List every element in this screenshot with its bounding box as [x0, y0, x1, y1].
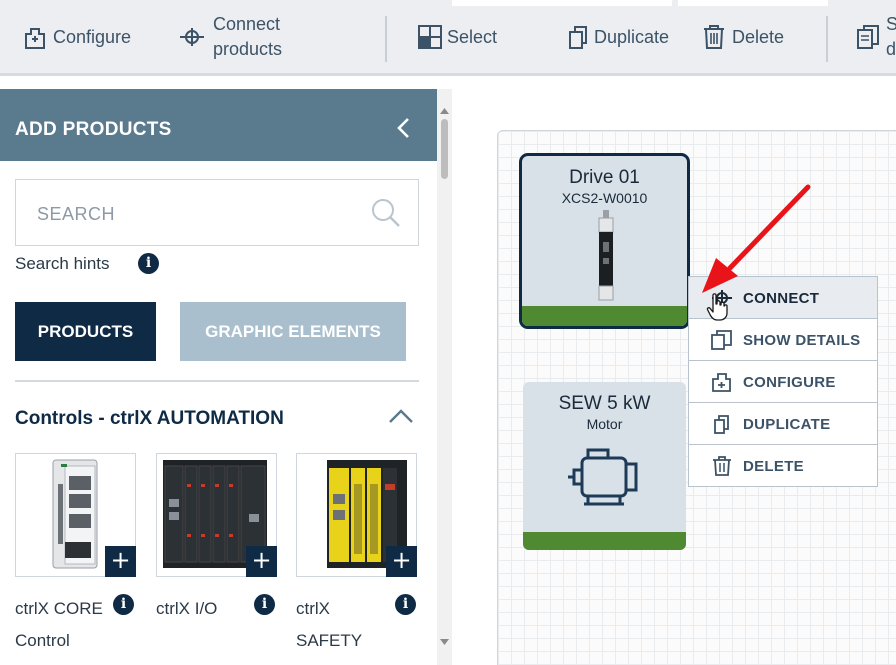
menu-item-duplicate[interactable]: DUPLICATE: [689, 403, 877, 445]
duplicate-icon: [714, 415, 729, 434]
select-icon: [418, 25, 442, 49]
details-label-line1: S: [886, 14, 896, 34]
connect-label-line2: products: [213, 39, 283, 59]
duplicate-icon: [569, 26, 587, 49]
motor-title: SEW 5 kW: [558, 393, 651, 414]
search-icon[interactable]: [370, 197, 402, 229]
hand-cursor-icon: [706, 293, 728, 321]
tab-products[interactable]: PRODUCTS: [15, 302, 156, 361]
connect-label-line1: Connect: [213, 14, 281, 34]
menu-label-configure: CONFIGURE: [743, 374, 836, 391]
trash-icon: [713, 456, 731, 476]
drive-image: [598, 210, 614, 301]
show-details-button[interactable]: S d: [856, 0, 896, 74]
delete-label: Delete: [732, 26, 785, 47]
drive-node[interactable]: Drive 01 XCS2-W0010: [519, 153, 690, 329]
toolbar-separator: [385, 16, 387, 62]
delete-button[interactable]: Delete: [702, 0, 784, 74]
search-hints-info-icon[interactable]: i: [138, 253, 159, 274]
menu-label-duplicate: DUPLICATE: [743, 416, 831, 433]
drive-subtitle: XCS2-W0010: [561, 190, 648, 206]
ctrlx-core-info-icon[interactable]: i: [113, 594, 134, 615]
search-input[interactable]: SEARCH: [15, 179, 419, 246]
tab-graphic-elements[interactable]: GRAPHIC ELEMENTS: [180, 302, 406, 361]
details-label-line2: d: [886, 39, 896, 59]
configure-button[interactable]: Configure: [23, 0, 131, 74]
category-title: Controls - ctrlX AUTOMATION: [15, 408, 284, 429]
product-name-ctrlx-core: ctrlX CORE Control: [15, 593, 103, 657]
trash-icon: [704, 25, 724, 49]
select-label: Select: [447, 26, 498, 47]
panel-title: ADD PRODUCTS: [15, 119, 172, 140]
search-hints-label: Search hints: [15, 254, 110, 273]
ctrlx-io-info-icon[interactable]: i: [254, 594, 275, 615]
product-name-ctrlx-safety: ctrlX SAFETY: [296, 593, 362, 657]
toolbar: Configure Connect products Select Duplic…: [0, 0, 896, 76]
menu-item-configure[interactable]: CONFIGURE: [689, 361, 877, 403]
menu-item-delete[interactable]: DELETE: [689, 445, 877, 487]
scrollbar-thumb[interactable]: [441, 119, 448, 179]
duplicate-button[interactable]: Duplicate: [567, 0, 674, 74]
motor-icon: [568, 448, 638, 506]
product-name-ctrlx-io: ctrlX I/O: [156, 593, 217, 625]
add-ctrlx-io-button[interactable]: +: [246, 546, 277, 577]
menu-label-delete: DELETE: [743, 458, 804, 475]
product-tile-ctrlx-safety[interactable]: +: [296, 453, 417, 577]
chevron-up-icon[interactable]: [388, 407, 414, 425]
duplicate-label: Duplicate: [594, 26, 670, 47]
motor-status-bar: [523, 532, 686, 550]
motor-subtitle: Motor: [586, 416, 623, 432]
collapse-panel-icon[interactable]: [396, 117, 412, 139]
product-tile-ctrlx-io[interactable]: +: [156, 453, 277, 577]
toolbar-separator: [826, 16, 828, 62]
menu-item-show-details[interactable]: SHOW DETAILS: [689, 319, 877, 361]
menu-label-show-details: SHOW DETAILS: [743, 332, 861, 349]
motor-node[interactable]: SEW 5 kW Motor: [523, 382, 686, 550]
product-name-line1: ctrlX CORE: [15, 599, 103, 618]
configure-icon: [25, 28, 45, 49]
select-button[interactable]: Select: [417, 0, 497, 74]
product-name-line1: ctrlX I/O: [156, 599, 218, 618]
divider: [15, 380, 419, 382]
drive-status-bar: [522, 306, 687, 326]
product-tile-ctrlx-core[interactable]: +: [15, 453, 136, 577]
product-name-line2: SAFETY: [296, 631, 363, 650]
ctrlx-safety-info-icon[interactable]: i: [395, 594, 416, 615]
search-placeholder: SEARCH: [37, 204, 116, 224]
configure-icon: [712, 373, 731, 392]
details-icon: [711, 330, 732, 350]
add-products-panel: ADD PRODUCTS SEARCH Search hints i PRODU…: [0, 89, 452, 665]
panel-header: ADD PRODUCTS: [0, 89, 437, 161]
connect-products-button[interactable]: Connect products: [179, 0, 282, 74]
connect-icon: [180, 28, 204, 46]
product-name-line2: Control: [15, 631, 70, 650]
menu-label-connect: CONNECT: [743, 290, 820, 307]
details-icon: [857, 25, 879, 49]
drive-title: Drive 01: [569, 167, 640, 188]
scroll-down-icon[interactable]: [439, 638, 450, 646]
scroll-up-icon[interactable]: [439, 107, 450, 115]
product-name-line1: ctrlX: [296, 599, 330, 618]
configure-label: Configure: [53, 26, 132, 47]
add-ctrlx-core-button[interactable]: +: [105, 546, 136, 577]
add-ctrlx-safety-button[interactable]: +: [386, 546, 417, 577]
